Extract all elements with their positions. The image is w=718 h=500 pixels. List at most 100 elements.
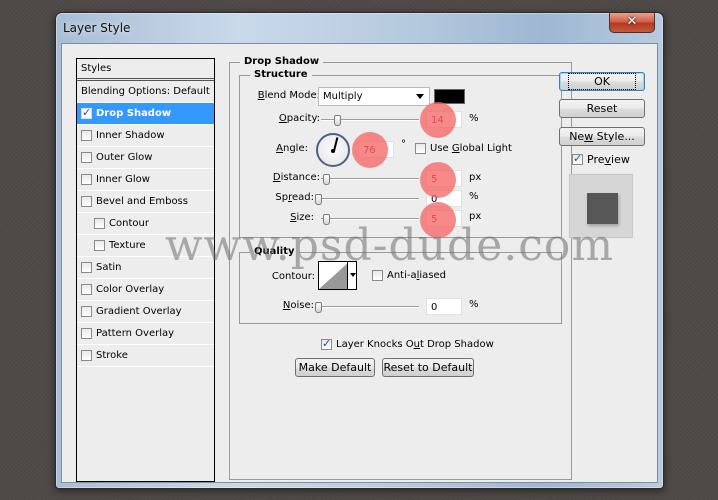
noise-slider-thumb[interactable] — [315, 302, 322, 313]
style-item-stroke[interactable]: Stroke — [77, 345, 214, 367]
angle-value: 76 — [363, 145, 376, 156]
distance-value: 5 — [431, 174, 438, 185]
style-checkbox[interactable] — [81, 284, 92, 295]
angle-row: Angle: — [240, 143, 308, 154]
drop-shadow-title: Drop Shadow — [240, 56, 324, 67]
style-item-bevel-and-emboss[interactable]: Bevel and Emboss — [77, 191, 214, 213]
angle-unit: ° — [401, 139, 406, 150]
size-row: Size: — [240, 212, 314, 223]
opacity-value: 14 — [431, 115, 444, 126]
opacity-slider-thumb[interactable] — [333, 115, 341, 126]
noise-input[interactable]: 0 — [426, 298, 462, 315]
style-item-label: Color Overlay — [96, 284, 165, 295]
style-item-inner-shadow[interactable]: Inner Shadow — [77, 125, 214, 147]
spread-input[interactable]: 0 — [426, 190, 462, 207]
ok-button[interactable]: OK — [559, 72, 645, 91]
style-item-label: Inner Glow — [96, 174, 150, 185]
size-label: Size: — [290, 212, 314, 223]
make-default-button[interactable]: Make Default — [295, 358, 375, 377]
style-item-color-overlay[interactable]: Color Overlay — [77, 279, 214, 301]
style-checkbox[interactable] — [94, 240, 105, 251]
use-global-light-checkbox[interactable]: Use Global Light — [415, 143, 512, 154]
anti-aliased-box[interactable] — [372, 270, 383, 281]
preview-checkbox[interactable]: Preview — [572, 152, 630, 166]
style-item-label: Blending Options: Default — [81, 86, 210, 97]
noise-unit: % — [469, 299, 479, 310]
distance-slider-thumb[interactable] — [322, 174, 330, 185]
angle-dial[interactable] — [316, 133, 350, 167]
shadow-color-swatch[interactable] — [434, 89, 465, 104]
reset-to-default-button[interactable]: Reset to Default — [382, 358, 474, 377]
style-item-inner-glow[interactable]: Inner Glow — [77, 169, 214, 191]
title-bar[interactable]: Layer Style ✕ — [56, 13, 663, 43]
blend-mode-value: Multiply — [323, 91, 363, 102]
noise-slider[interactable] — [315, 302, 419, 313]
opacity-input[interactable]: 14 — [426, 111, 462, 128]
structure-title: Structure — [250, 69, 312, 80]
chevron-down-icon[interactable] — [347, 262, 356, 289]
style-item-label: Contour — [109, 218, 149, 229]
layer-knocks-out-checkbox[interactable]: Layer Knocks Out Drop Shadow — [321, 337, 494, 350]
style-item-satin[interactable]: Satin — [77, 257, 214, 279]
style-item-drop-shadow[interactable]: Drop Shadow — [77, 103, 214, 125]
layer-knocks-out-box[interactable] — [321, 337, 332, 350]
style-item-label: Stroke — [96, 350, 128, 361]
noise-row: Noise: — [240, 300, 314, 311]
contour-picker[interactable] — [318, 261, 357, 290]
close-button[interactable]: ✕ — [609, 13, 655, 33]
size-slider-thumb[interactable] — [322, 214, 330, 225]
dialog-client-area: Styles Blending Options: Default Drop Sha… — [61, 43, 658, 483]
style-checkbox[interactable] — [81, 106, 92, 119]
style-checkbox[interactable] — [94, 218, 105, 229]
opacity-slider[interactable] — [321, 115, 419, 126]
size-input[interactable]: 5 — [426, 210, 462, 227]
style-item-blending-options-default[interactable]: Blending Options: Default — [77, 81, 214, 103]
spread-unit: % — [469, 191, 479, 202]
style-preview — [569, 174, 633, 238]
new-style-button[interactable]: New Style... — [559, 127, 645, 146]
style-checkbox[interactable] — [81, 306, 92, 317]
opacity-row: Opacity: — [240, 113, 320, 124]
style-checkbox[interactable] — [81, 196, 92, 207]
spread-label: Spread: — [275, 192, 314, 203]
distance-slider[interactable] — [321, 174, 419, 185]
anti-aliased-checkbox[interactable]: Anti-aliased — [372, 270, 446, 281]
style-checkbox[interactable] — [81, 130, 92, 141]
style-item-texture[interactable]: Texture — [77, 235, 214, 257]
style-checkbox[interactable] — [81, 328, 92, 339]
blend-mode-label: Blend Mode: — [257, 90, 320, 101]
distance-input[interactable]: 5 — [426, 170, 462, 187]
blend-mode-select[interactable]: Multiply — [318, 87, 430, 106]
style-checkbox[interactable] — [81, 152, 92, 163]
close-icon: ✕ — [626, 14, 638, 29]
chevron-down-icon — [416, 94, 424, 99]
noise-label: Noise: — [282, 300, 314, 311]
style-item-pattern-overlay[interactable]: Pattern Overlay — [77, 323, 214, 345]
style-item-contour[interactable]: Contour — [77, 213, 214, 235]
drop-shadow-group: Drop Shadow Structure Blend Mode: Multip… — [229, 56, 572, 480]
angle-label: Angle: — [276, 143, 308, 154]
angle-input[interactable]: 76 — [358, 141, 394, 158]
use-global-light-box[interactable] — [415, 143, 426, 154]
preview-box[interactable] — [572, 152, 583, 165]
style-checkbox[interactable] — [81, 262, 92, 273]
size-slider[interactable] — [321, 214, 419, 225]
opacity-label: Opacity: — [278, 113, 320, 124]
anti-aliased-label: Anti-aliased — [387, 270, 447, 281]
spread-row: Spread: — [240, 192, 314, 203]
style-item-gradient-overlay[interactable]: Gradient Overlay — [77, 301, 214, 323]
style-item-label: Satin — [96, 262, 122, 273]
style-item-outer-glow[interactable]: Outer Glow — [77, 147, 214, 169]
layer-knocks-out-label: Layer Knocks Out Drop Shadow — [336, 339, 494, 350]
distance-row: Distance: — [240, 172, 320, 183]
spread-slider-thumb[interactable] — [315, 194, 322, 205]
style-checkbox[interactable] — [81, 174, 92, 185]
spread-slider[interactable] — [315, 194, 419, 205]
reset-button[interactable]: Reset — [559, 99, 645, 118]
styles-header[interactable]: Styles — [77, 59, 214, 81]
contour-curve-icon — [319, 262, 349, 289]
layer-style-dialog: Layer Style ✕ Styles Blending Options: D… — [55, 12, 664, 489]
contour-row: Contour: — [240, 271, 315, 282]
quality-title: Quality — [250, 246, 299, 257]
style-checkbox[interactable] — [81, 350, 92, 361]
